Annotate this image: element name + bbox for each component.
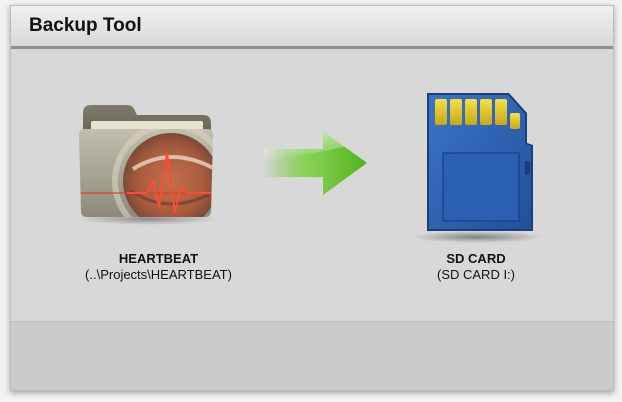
source-label: HEARTBEAT (..\Projects\HEARTBEAT) xyxy=(41,251,276,283)
source-name: HEARTBEAT xyxy=(118,251,199,266)
destination-path: (SD CARD I:) xyxy=(437,267,515,282)
arrow-right-icon xyxy=(263,127,373,204)
folder-heartbeat-icon[interactable] xyxy=(75,95,217,230)
source-path: (..\Projects\HEARTBEAT) xyxy=(85,267,232,282)
destination-name: SD CARD xyxy=(446,251,506,266)
footer-bar xyxy=(11,321,613,390)
window-title: Backup Tool xyxy=(29,15,142,36)
sd-card-icon[interactable] xyxy=(411,85,543,248)
backup-tool-window: Backup Tool HEARTBEAT (..\Projects\HEART… xyxy=(10,5,614,391)
title-bar: Backup Tool xyxy=(11,6,613,49)
backup-content: HEARTBEAT (..\Projects\HEARTBEAT) SD CAR… xyxy=(11,49,613,321)
destination-label: SD CARD (SD CARD I:) xyxy=(391,251,561,283)
